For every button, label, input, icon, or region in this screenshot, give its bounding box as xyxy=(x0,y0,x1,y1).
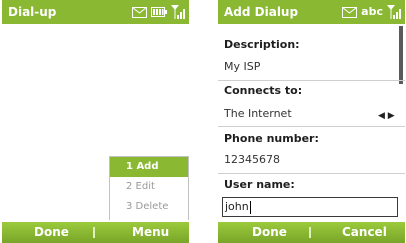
menu-item-edit[interactable]: 2 Edit xyxy=(110,177,188,197)
input-mode-indicator: abc xyxy=(361,5,383,18)
cancel-softkey[interactable]: Cancel xyxy=(342,225,387,240)
softkey-bar: Done Menu xyxy=(2,222,189,243)
text-caret xyxy=(249,200,251,214)
left-arrow-icon[interactable]: ◀ xyxy=(378,111,385,121)
screen-title: Add Dialup xyxy=(224,5,299,19)
done-softkey[interactable]: Done xyxy=(34,225,69,240)
status-icons xyxy=(132,4,185,20)
menu-item-add[interactable]: 1 Add xyxy=(110,157,188,177)
title-bar: Dial-up xyxy=(2,0,189,24)
battery-icon xyxy=(151,7,167,17)
softkey-bar: Done Cancel xyxy=(218,222,405,243)
connects-to-value[interactable]: The Internet xyxy=(224,107,292,121)
dialup-screen: Dial-up 1 Add 2 Edit 3 Delete Done Menu xyxy=(2,0,189,243)
softkey-divider xyxy=(93,227,95,238)
scrollbar[interactable] xyxy=(399,26,403,84)
softkey-divider xyxy=(309,227,311,238)
title-bar: Add Dialup abc xyxy=(218,0,405,24)
field-divider xyxy=(218,173,405,174)
description-value[interactable]: My ISP xyxy=(224,60,260,74)
done-softkey[interactable]: Done xyxy=(252,225,287,240)
signal-icon xyxy=(171,5,185,19)
username-input-value: john xyxy=(225,200,249,213)
right-arrow-icon[interactable]: ▶ xyxy=(388,111,395,121)
add-dialup-screen: Add Dialup abc Description: My ISP Conne… xyxy=(218,0,405,243)
description-label: Description: xyxy=(224,38,300,51)
username-input[interactable]: john xyxy=(222,197,398,217)
menu-softkey[interactable]: Menu xyxy=(132,225,169,240)
status-icons: abc xyxy=(342,4,401,20)
username-label: User name: xyxy=(224,178,295,191)
popup-menu: 1 Add 2 Edit 3 Delete xyxy=(109,156,189,220)
signal-icon xyxy=(387,5,401,19)
connects-to-picker-arrows[interactable]: ◀ ▶ xyxy=(378,111,395,121)
field-divider xyxy=(218,80,405,81)
connects-to-label: Connects to: xyxy=(224,84,303,97)
field-divider xyxy=(218,126,405,127)
phone-number-value[interactable]: 12345678 xyxy=(224,153,280,167)
phone-number-label: Phone number: xyxy=(224,132,319,145)
screen-title: Dial-up xyxy=(8,5,57,19)
menu-item-delete[interactable]: 3 Delete xyxy=(110,197,188,217)
envelope-icon xyxy=(132,6,147,18)
envelope-icon xyxy=(342,6,358,18)
